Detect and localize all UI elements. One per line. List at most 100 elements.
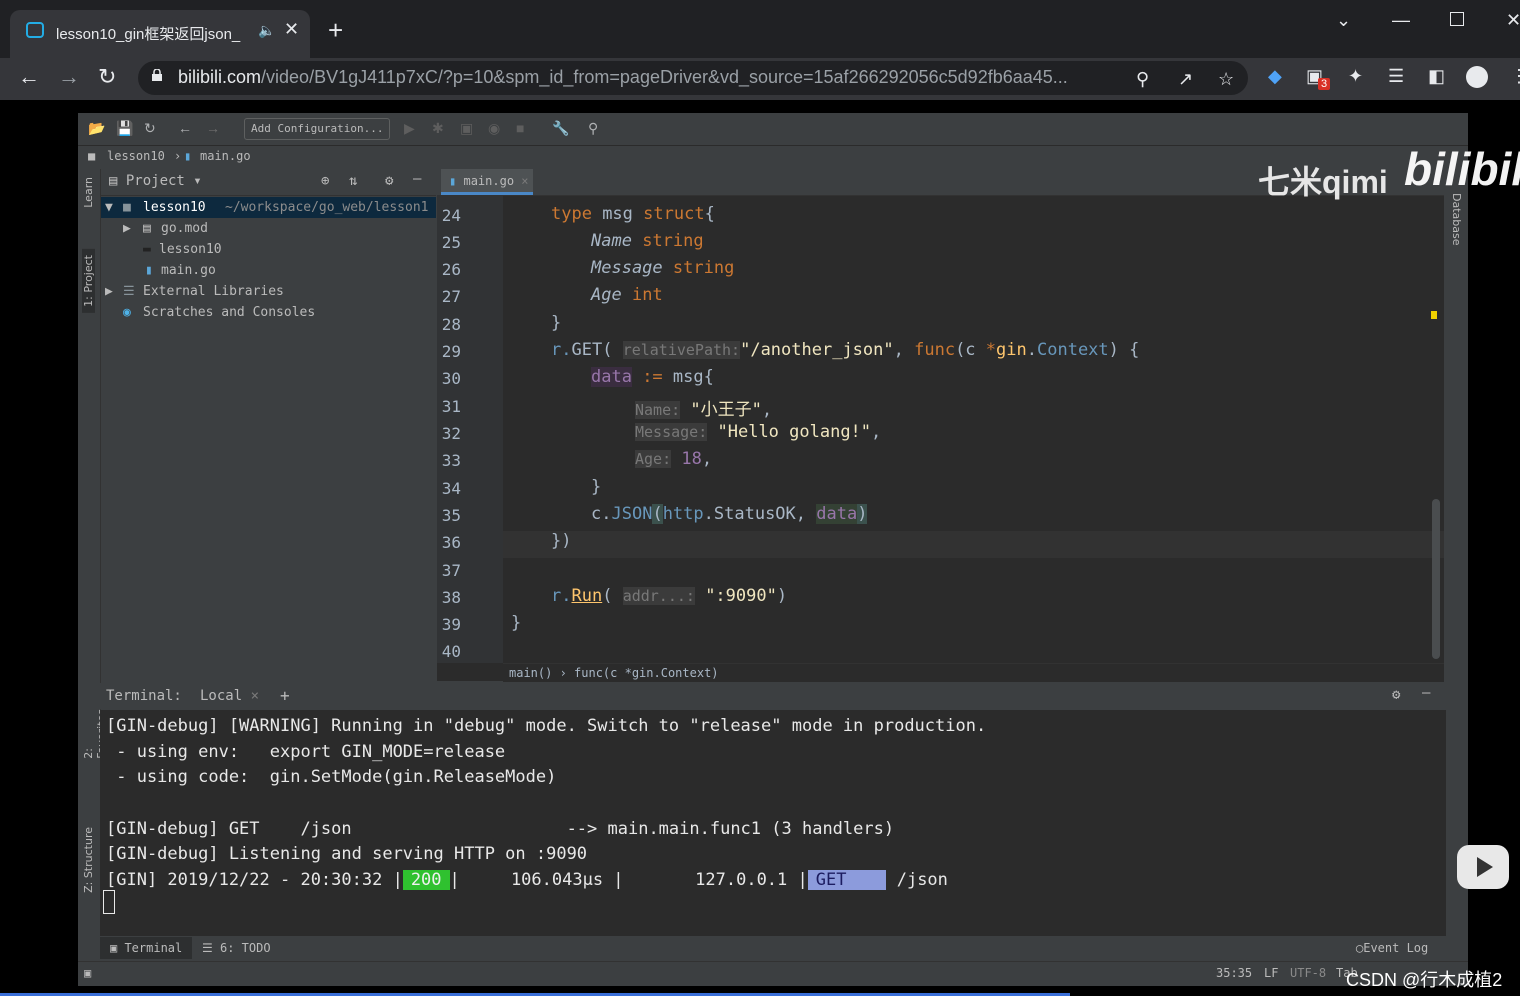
profile-icon[interactable]: ◉ <box>488 120 500 137</box>
code-line-34[interactable]: } <box>591 477 601 497</box>
code-line-27[interactable]: Age int <box>591 285 663 305</box>
debug-icon[interactable]: ✱ <box>432 120 444 137</box>
browser-tab[interactable]: lesson10_gin框架返回json_ 🔈 ✕ <box>10 10 310 58</box>
expand-arrow-icon[interactable]: ▼ <box>105 197 113 218</box>
tree-item-binary[interactable]: ▬ lesson10 <box>101 239 436 260</box>
code-line-35[interactable]: c.JSON(http.StatusOK, data) <box>591 504 868 524</box>
tree-item-label: go.mod <box>161 221 208 236</box>
close-tab-icon[interactable]: ✕ <box>284 19 299 40</box>
code-line-31[interactable]: Name: "小王子", <box>635 395 772 420</box>
url-host: bilibili.com <box>178 67 262 87</box>
tree-item-go-mod[interactable]: ▶ ▤ go.mod <box>101 218 436 239</box>
add-configuration-button[interactable]: Add Configuration... <box>244 118 391 140</box>
toggle-panels-icon[interactable]: ▣ <box>84 966 91 980</box>
run-icon[interactable]: ▶ <box>404 120 415 137</box>
bilibili-logo: bilibili <box>1404 143 1520 195</box>
back-arrow-icon[interactable]: ← <box>18 64 40 90</box>
address-bar[interactable]: bilibili.com/video/BV1gJ411p7xC/?p=10&sp… <box>138 61 1248 95</box>
code-line-32[interactable]: Message: "Hello golang!", <box>635 422 881 442</box>
speaker-icon[interactable]: 🔈 <box>258 22 275 39</box>
close-window-button[interactable]: ✕ <box>1506 10 1520 31</box>
gear-icon[interactable]: ⚙ <box>1392 687 1400 703</box>
left-tool-strip: Learn 1: Project 2: Favorites <box>78 169 108 759</box>
expand-arrow-icon[interactable]: ▶ <box>123 218 131 239</box>
line-number: 24 <box>441 206 461 225</box>
structure-tab[interactable]: Z: Structure <box>82 827 95 893</box>
forward-arrow-icon[interactable]: → <box>58 64 80 90</box>
url-text[interactable]: bilibili.com/video/BV1gJ411p7xC/?p=10&sp… <box>178 67 1068 88</box>
code-line-39[interactable]: } <box>511 613 521 633</box>
new-tab-button[interactable]: + <box>328 17 343 43</box>
collapse-icon[interactable]: ⇅ <box>349 173 357 189</box>
media-control-icon[interactable]: ☰ <box>1388 66 1404 87</box>
sync-icon[interactable]: ↻ <box>144 120 156 137</box>
tree-item-external-libraries[interactable]: ▶ ☰ External Libraries <box>101 281 436 302</box>
hide-icon[interactable]: — <box>1422 685 1430 701</box>
terminal-line: [GIN-debug] [WARNING] Running in "debug"… <box>106 716 987 736</box>
code-line-30[interactable]: data := msg{ <box>591 367 714 387</box>
terminal-tool-tab[interactable]: ▣ Terminal <box>100 937 193 959</box>
code-line-33[interactable]: Age: 18, <box>635 449 712 469</box>
code-line-25[interactable]: Name string <box>591 231 704 251</box>
file-encoding[interactable]: UTF-8 <box>1290 966 1326 980</box>
code-line-24[interactable]: type msg struct{ <box>551 204 715 224</box>
line-number: 35 <box>441 506 461 525</box>
locate-icon[interactable]: ⊕ <box>321 173 329 189</box>
menu-icon[interactable]: ⋮ <box>1510 66 1520 87</box>
new-terminal-button[interactable]: + <box>280 686 290 705</box>
hide-icon[interactable]: — <box>413 171 421 187</box>
project-tab[interactable]: 1: Project <box>82 249 95 313</box>
coverage-icon[interactable]: ▣ <box>460 120 473 137</box>
forward-icon[interactable]: → <box>206 120 220 136</box>
side-panel-icon[interactable]: ◧ <box>1428 66 1445 87</box>
terminal-scrollbar-track[interactable] <box>1430 710 1446 936</box>
close-icon[interactable]: × <box>251 688 259 704</box>
tree-item-main-go[interactable]: ▮ main.go <box>101 260 436 281</box>
editor-scrollbar[interactable] <box>1432 499 1440 659</box>
database-tab[interactable]: Database <box>1450 193 1463 246</box>
terminal-output[interactable]: [GIN-debug] [WARNING] Running in "debug"… <box>100 710 1430 936</box>
wrench-icon[interactable]: 🔧 <box>552 120 569 137</box>
expand-arrow-icon[interactable]: ▶ <box>105 281 113 302</box>
puzzle-icon[interactable]: ✦ <box>1348 66 1363 87</box>
share-icon[interactable]: ↗ <box>1178 69 1193 90</box>
tab-main-go[interactable]: ▮ main.go × <box>441 169 533 195</box>
project-view-dropdown[interactable]: ▤ Project ▾ <box>109 173 202 189</box>
inspection-indicator[interactable] <box>1431 311 1437 319</box>
lock-icon[interactable] <box>152 69 162 81</box>
profile-avatar[interactable] <box>1466 66 1488 88</box>
stop-icon[interactable]: ■ <box>516 120 524 136</box>
search-icon[interactable]: ⚲ <box>588 120 598 137</box>
open-folder-icon[interactable]: 📂 <box>88 120 105 137</box>
code-line-38[interactable]: r.Run( addr...: ":9090") <box>551 586 787 606</box>
back-icon[interactable]: ← <box>178 120 192 136</box>
maximize-button[interactable] <box>1450 12 1464 26</box>
zoom-icon[interactable]: ⚲ <box>1136 69 1149 90</box>
chevron-down-icon[interactable]: ⌄ <box>1336 10 1351 31</box>
breadcrumb-file[interactable]: main.go <box>200 149 251 163</box>
bilibili-tv-icon[interactable] <box>1457 845 1509 889</box>
close-icon[interactable]: × <box>521 174 528 188</box>
line-separator[interactable]: LF <box>1264 966 1278 980</box>
event-log-tab[interactable]: ◯Event Log <box>1356 941 1428 955</box>
code-line-36[interactable]: }) <box>551 531 571 551</box>
breadcrumb-project[interactable]: lesson10 <box>107 149 165 163</box>
tree-item-root[interactable]: ▼ ■ lesson10 ~/workspace/go_web/lesson1 <box>101 197 436 218</box>
star-icon[interactable]: ☆ <box>1218 69 1234 90</box>
terminal-tab-local[interactable]: Local × <box>200 688 259 704</box>
code-line-28[interactable]: } <box>551 313 561 333</box>
save-icon[interactable]: 💾 <box>116 120 133 137</box>
tree-item-scratches[interactable]: ◉ Scratches and Consoles <box>101 302 436 323</box>
code-line-26[interactable]: Message string <box>591 258 734 278</box>
caret-position[interactable]: 35:35 <box>1216 966 1252 980</box>
code-line-29[interactable]: r.GET( relativePath:"/another_json", fun… <box>551 340 1139 360</box>
project-panel: ▤ Project ▾ ⊕ ⇅ ⚙ — ▼ ■ lesson10 ~/works… <box>101 169 436 749</box>
bilibili-tv-icon <box>26 22 44 38</box>
reload-icon[interactable]: ↻ <box>98 64 116 90</box>
scratches-icon: ◉ <box>123 305 131 320</box>
todo-tool-tab[interactable]: ☰ 6: TODO <box>202 941 271 955</box>
gear-icon[interactable]: ⚙ <box>385 173 393 189</box>
extension-diamond-icon[interactable]: ◆ <box>1268 66 1282 87</box>
minimize-button[interactable]: — <box>1392 10 1410 31</box>
learn-tab[interactable]: Learn <box>82 177 95 208</box>
